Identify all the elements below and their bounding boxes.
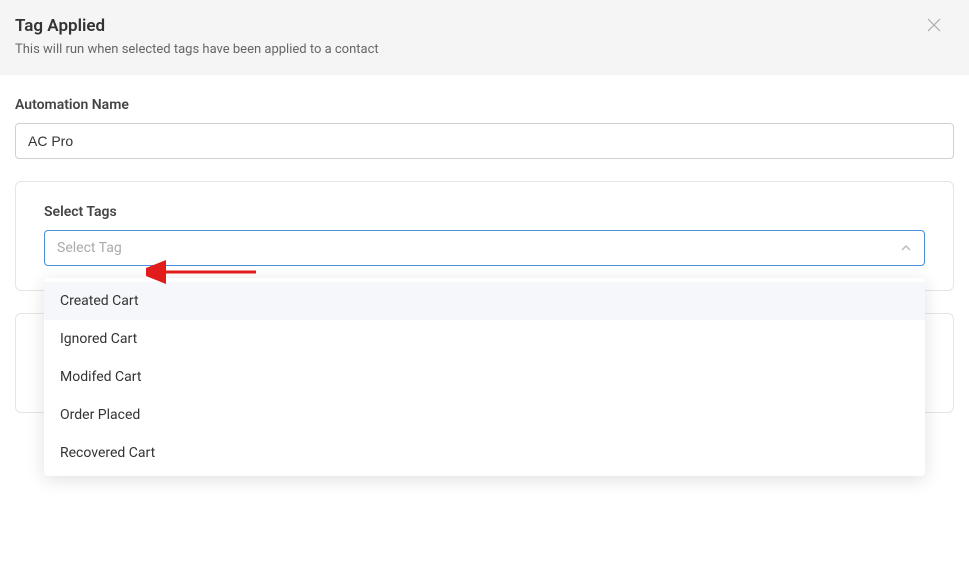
modal-body: Automation Name Select Tags Select Tag C… <box>0 75 969 423</box>
modal-header: Tag Applied This will run when selected … <box>0 0 969 75</box>
close-icon <box>927 18 941 32</box>
automation-name-input[interactable] <box>15 123 954 159</box>
modal-title: Tag Applied <box>15 16 949 36</box>
select-tags-label: Select Tags <box>44 204 925 220</box>
dropdown-option[interactable]: Order Placed <box>44 396 925 434</box>
dropdown-option[interactable]: Created Cart <box>44 282 925 320</box>
close-button[interactable] <box>927 18 943 34</box>
chevron-up-icon <box>900 242 912 254</box>
select-tags-dropdown[interactable]: Select Tag <box>44 230 925 266</box>
select-placeholder: Select Tag <box>57 240 122 256</box>
dropdown-option[interactable]: Modifed Cart <box>44 358 925 396</box>
modal-subtitle: This will run when selected tags have be… <box>15 42 949 57</box>
dropdown-option[interactable]: Ignored Cart <box>44 320 925 358</box>
select-tags-card: Select Tags Select Tag Created CartIgnor… <box>15 181 954 291</box>
select-tags-wrapper: Select Tag Created CartIgnored CartModif… <box>44 230 925 266</box>
tags-dropdown-menu: Created CartIgnored CartModifed CartOrde… <box>44 278 925 476</box>
automation-name-label: Automation Name <box>15 97 954 113</box>
dropdown-option[interactable]: Recovered Cart <box>44 434 925 472</box>
